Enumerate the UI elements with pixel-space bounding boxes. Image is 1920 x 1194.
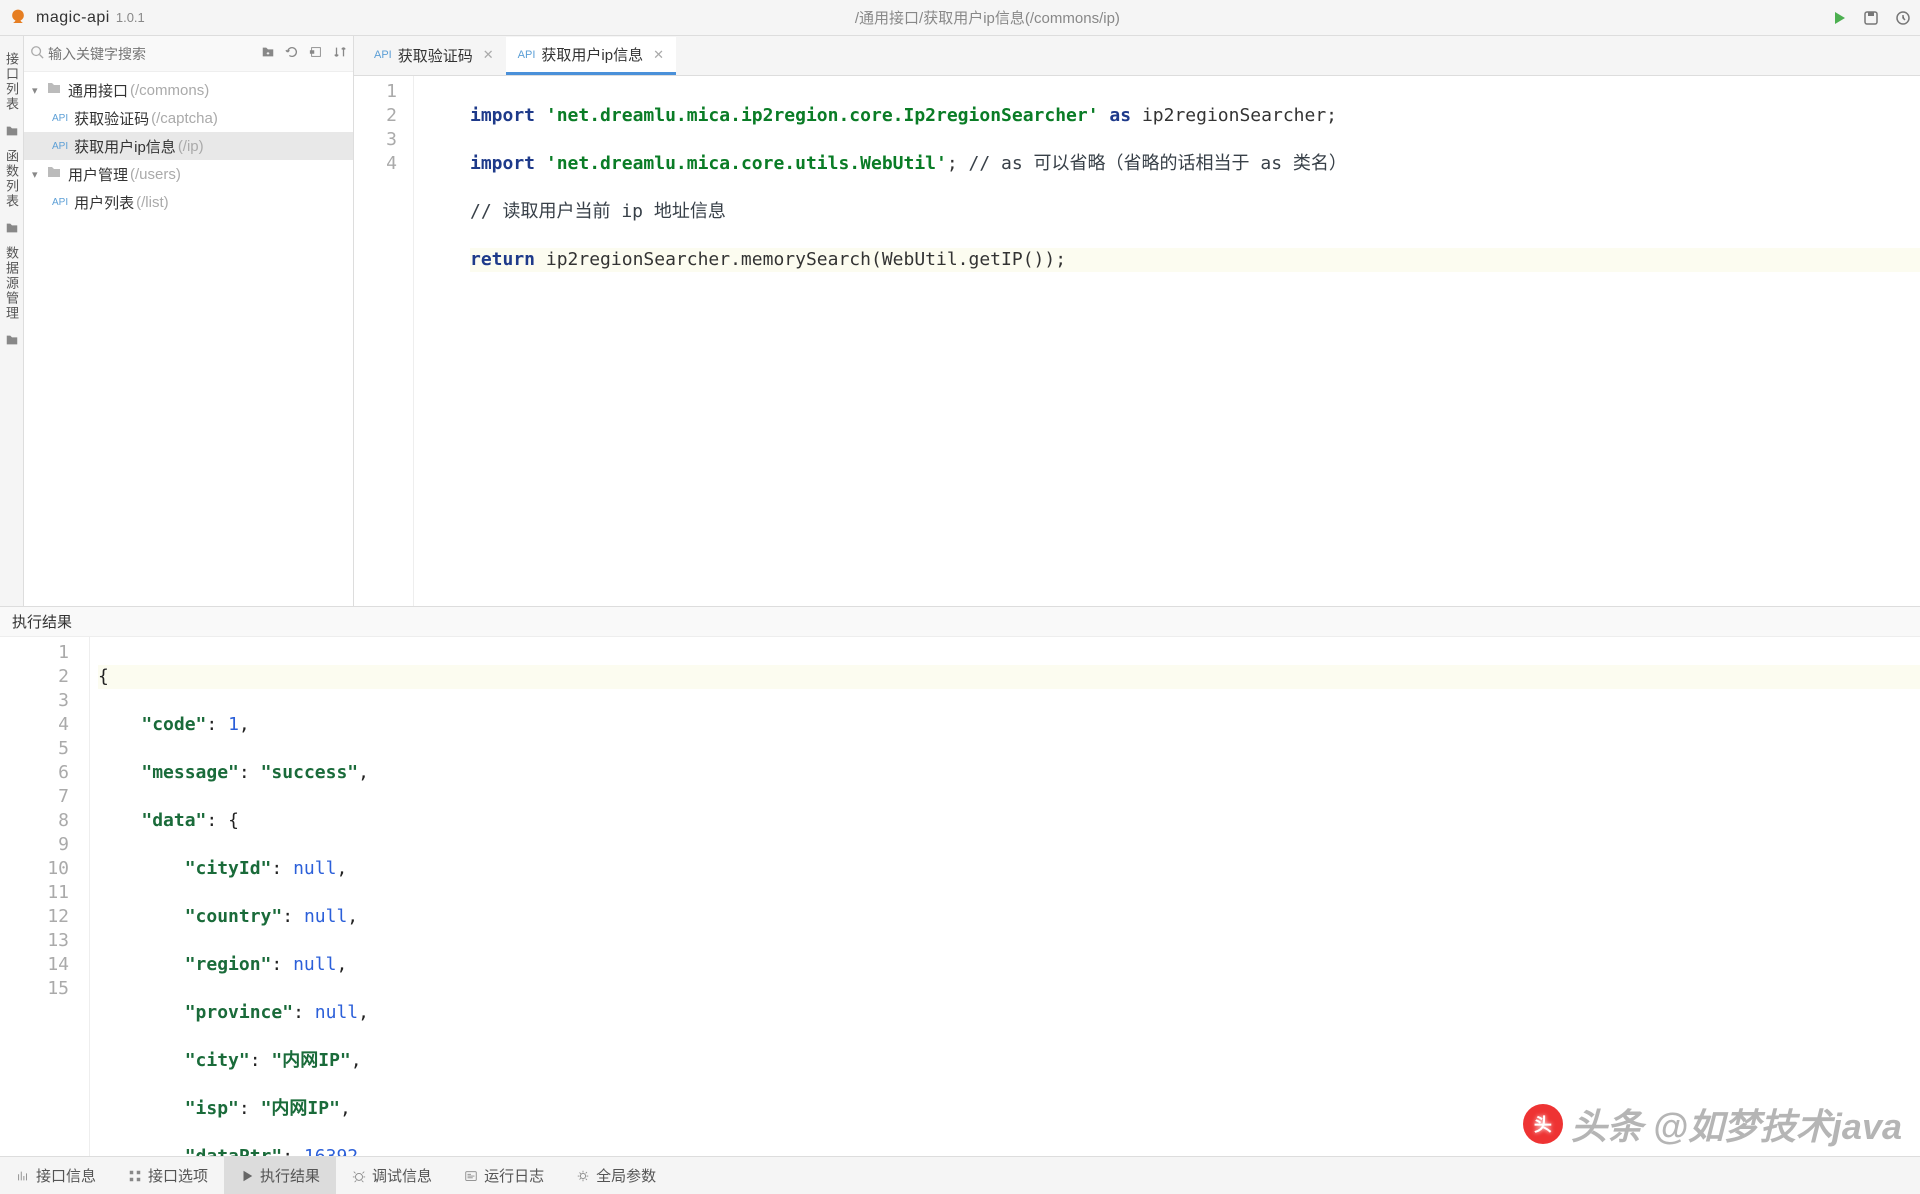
editor-tabs: API 获取验证码 ✕ API 获取用户ip信息 ✕	[354, 36, 1920, 76]
tree-item-ip[interactable]: API 获取用户ip信息 (/ip)	[24, 132, 353, 160]
chevron-down-icon: ▾	[32, 168, 46, 181]
app-logo-icon	[8, 8, 28, 28]
tree-search-bar	[24, 36, 353, 72]
sort-icon[interactable]	[333, 45, 347, 62]
tree-path: (/list)	[136, 194, 169, 211]
result-code: { "code": 1, "message": "success", "data…	[90, 637, 1920, 1156]
bottom-log[interactable]: 运行日志	[448, 1157, 560, 1194]
bottom-debug[interactable]: 调试信息	[336, 1157, 448, 1194]
tab-captcha[interactable]: API 获取验证码 ✕	[362, 37, 506, 75]
api-badge: API	[374, 49, 392, 61]
run-icon[interactable]	[1830, 9, 1848, 27]
play-icon	[240, 1169, 254, 1183]
tree-label: 获取验证码	[74, 108, 149, 129]
close-icon[interactable]: ✕	[483, 47, 494, 63]
tree-item-captcha[interactable]: API 获取验证码 (/captcha)	[24, 104, 353, 132]
app-version: 1.0.1	[116, 10, 145, 25]
tree-label: 用户列表	[74, 192, 134, 213]
vsidebar-api-list[interactable]: 接口列表	[0, 44, 23, 120]
history-icon[interactable]	[1894, 9, 1912, 27]
vsidebar-function-list[interactable]: 函数列表	[0, 141, 23, 217]
code-body[interactable]: import 'net.dreamlu.mica.ip2region.core.…	[414, 76, 1920, 606]
result-body[interactable]: 123 456 789 101112 131415 { "code": 1, "…	[0, 637, 1920, 1156]
app-title: magic-api	[36, 9, 110, 27]
folder-icon	[46, 80, 62, 100]
tree-group-commons[interactable]: ▾ 通用接口 (/commons)	[24, 76, 353, 104]
result-title: 执行结果	[0, 607, 1920, 637]
tree-panel: ▾ 通用接口 (/commons) API 获取验证码 (/captcha) A…	[24, 36, 354, 606]
save-icon[interactable]	[1862, 9, 1880, 27]
api-badge: API	[52, 197, 68, 208]
location-icon[interactable]	[309, 45, 323, 62]
tree-group-users[interactable]: ▾ 用户管理 (/users)	[24, 160, 353, 188]
folder-icon	[5, 333, 19, 350]
tab-label: 获取验证码	[398, 45, 473, 66]
header: magic-api 1.0.1 /通用接口/获取用户ip信息(/commons/…	[0, 0, 1920, 36]
folder-icon	[46, 164, 62, 184]
bottom-result[interactable]: 执行结果	[224, 1157, 336, 1194]
tree-item-userlist[interactable]: API 用户列表 (/list)	[24, 188, 353, 216]
api-badge: API	[52, 141, 68, 152]
log-icon	[464, 1169, 478, 1183]
tab-ip[interactable]: API 获取用户ip信息 ✕	[506, 37, 676, 75]
tree-body: ▾ 通用接口 (/commons) API 获取验证码 (/captcha) A…	[24, 72, 353, 606]
info-icon	[16, 1169, 30, 1183]
tree-label: 获取用户ip信息	[74, 136, 176, 157]
close-icon[interactable]: ✕	[653, 47, 664, 63]
tree-label: 通用接口	[68, 80, 128, 101]
search-input[interactable]	[48, 46, 261, 62]
breadcrumb: /通用接口/获取用户ip信息(/commons/ip)	[145, 7, 1830, 28]
tree-path: (/users)	[130, 166, 181, 183]
tab-label: 获取用户ip信息	[541, 44, 643, 65]
tree-path: (/captcha)	[151, 110, 218, 127]
folder-icon	[5, 124, 19, 141]
bottom-global[interactable]: 全局参数	[560, 1157, 672, 1194]
api-badge: API	[52, 113, 68, 124]
chevron-down-icon: ▾	[32, 84, 46, 97]
bottom-api-options[interactable]: 接口选项	[112, 1157, 224, 1194]
bottom-api-info[interactable]: 接口信息	[0, 1157, 112, 1194]
tree-path: (/ip)	[178, 138, 204, 155]
refresh-icon[interactable]	[285, 45, 299, 62]
result-panel: 执行结果 123 456 789 101112 131415 { "code":…	[0, 606, 1920, 1156]
code-editor[interactable]: 1 2 3 4 import 'net.dreamlu.mica.ip2regi…	[354, 76, 1920, 606]
bottom-bar: 接口信息 接口选项 执行结果 调试信息 运行日志 全局参数	[0, 1156, 1920, 1194]
add-folder-icon[interactable]	[261, 45, 275, 62]
gear-icon	[576, 1169, 590, 1183]
vsidebar-datasource[interactable]: 数据源管理	[0, 238, 23, 329]
bug-icon	[352, 1169, 366, 1183]
folder-icon	[5, 221, 19, 238]
result-gutter: 123 456 789 101112 131415	[0, 637, 90, 1156]
header-actions	[1830, 9, 1912, 27]
api-badge: API	[518, 49, 536, 61]
grid-icon	[128, 1169, 142, 1183]
editor-column: API 获取验证码 ✕ API 获取用户ip信息 ✕ 1 2 3 4 impor…	[354, 36, 1920, 606]
search-icon	[30, 45, 44, 62]
vertical-sidebar: 接口列表 函数列表 数据源管理	[0, 36, 24, 606]
line-gutter: 1 2 3 4	[354, 76, 414, 606]
tree-label: 用户管理	[68, 164, 128, 185]
tree-path: (/commons)	[130, 82, 209, 99]
main: 接口列表 函数列表 数据源管理 ▾	[0, 36, 1920, 606]
